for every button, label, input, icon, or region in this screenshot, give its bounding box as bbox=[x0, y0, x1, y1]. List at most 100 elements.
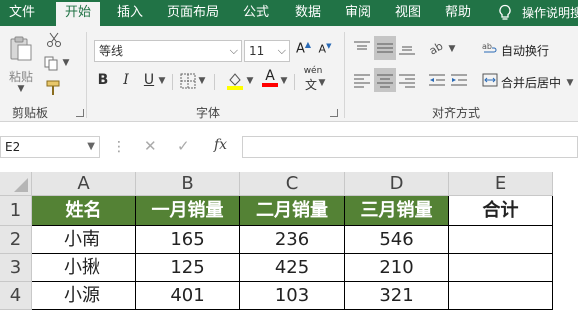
tell-me-search[interactable]: 操作说明搜 bbox=[522, 0, 578, 26]
clipboard-group-label: 剪贴板 bbox=[12, 106, 49, 120]
shrink-font-icon[interactable]: A▼ bbox=[318, 42, 332, 56]
row-header-2[interactable]: 2 bbox=[0, 226, 32, 254]
formula-bar: E2 ▼ ⋮ ✕ ✓ fx bbox=[0, 131, 578, 164]
tab-file[interactable]: 文件 bbox=[0, 0, 44, 26]
cell-c2[interactable]: 236 bbox=[240, 226, 345, 254]
row-header-4[interactable]: 4 bbox=[0, 282, 32, 310]
wrap-text-icon[interactable]: ab bbox=[482, 40, 498, 56]
cell-a4[interactable]: 小源 bbox=[32, 282, 136, 310]
cell-e4[interactable] bbox=[449, 282, 553, 310]
column-header-d[interactable]: D bbox=[345, 172, 449, 196]
paste-button[interactable]: 粘贴 bbox=[8, 68, 34, 85]
tab-home[interactable]: 开始 bbox=[56, 2, 100, 26]
fill-color-dropdown-icon[interactable]: ▼ bbox=[246, 76, 254, 86]
font-launcher-icon[interactable] bbox=[330, 109, 338, 117]
cell-d3[interactable]: 210 bbox=[345, 254, 449, 282]
decrease-indent-icon[interactable] bbox=[428, 72, 446, 88]
cell-b4[interactable]: 401 bbox=[136, 282, 240, 310]
row-header-1[interactable]: 1 bbox=[0, 196, 32, 226]
italic-button[interactable]: I bbox=[119, 72, 133, 88]
cell-b2[interactable]: 165 bbox=[136, 226, 240, 254]
copy-icon[interactable] bbox=[44, 56, 62, 72]
cell-d2[interactable]: 546 bbox=[345, 226, 449, 254]
phonetic-guide-button[interactable]: wén bbox=[300, 66, 326, 76]
more-options-icon[interactable]: ⋮ bbox=[112, 139, 126, 155]
worksheet-grid: ABCDE 1 姓名 一月销量 二月销量 三月销量 合计 2 小南 165 236 546 3 小揪 12… bbox=[0, 172, 578, 322]
align-left-icon[interactable] bbox=[353, 72, 371, 88]
align-center-icon[interactable] bbox=[376, 72, 394, 88]
cancel-icon[interactable]: ✕ bbox=[144, 137, 157, 155]
group-divider bbox=[86, 32, 87, 118]
cell-c3[interactable]: 425 bbox=[240, 254, 345, 282]
cell-d4[interactable]: 321 bbox=[345, 282, 449, 310]
paste-icon[interactable] bbox=[8, 35, 34, 63]
cell-c1[interactable]: 二月销量 bbox=[240, 196, 345, 226]
clipboard-launcher-icon[interactable] bbox=[76, 109, 84, 117]
svg-text:ab: ab bbox=[482, 42, 492, 51]
tab-review[interactable]: 审阅 bbox=[336, 0, 380, 26]
cell-c4[interactable]: 103 bbox=[240, 282, 345, 310]
cell-a3[interactable]: 小揪 bbox=[32, 254, 136, 282]
merge-center-dropdown-icon[interactable]: ▼ bbox=[566, 78, 574, 88]
tab-help[interactable]: 帮助 bbox=[436, 0, 480, 26]
tab-data[interactable]: 数据 bbox=[286, 0, 330, 26]
orientation-dropdown-icon[interactable]: ▼ bbox=[448, 44, 456, 54]
tab-page-layout[interactable]: 页面布局 bbox=[160, 0, 226, 26]
borders-icon[interactable] bbox=[180, 73, 196, 89]
column-header-e[interactable]: E bbox=[449, 172, 553, 196]
font-group-label: 字体 bbox=[196, 106, 221, 120]
merge-center-icon[interactable] bbox=[482, 72, 498, 88]
column-header-c[interactable]: C bbox=[240, 172, 345, 196]
phonetic-label: wén bbox=[303, 66, 323, 76]
fill-color-icon[interactable] bbox=[226, 70, 244, 90]
alignment-group-label: 对齐方式 bbox=[432, 106, 481, 120]
tab-formulas[interactable]: 公式 bbox=[234, 0, 278, 26]
name-box[interactable]: E2 ▼ bbox=[0, 136, 100, 158]
copy-dropdown-icon[interactable]: ▼ bbox=[62, 58, 70, 68]
row-header-3[interactable]: 3 bbox=[0, 254, 32, 282]
align-bottom-icon[interactable] bbox=[398, 40, 416, 56]
borders-dropdown-icon[interactable]: ▼ bbox=[198, 76, 206, 86]
cell-a1[interactable]: 姓名 bbox=[32, 196, 136, 226]
insert-function-button[interactable]: fx bbox=[214, 137, 227, 153]
cell-e1[interactable]: 合计 bbox=[449, 196, 553, 226]
chevron-down-icon: ⌵ bbox=[277, 44, 286, 57]
cell-e2[interactable] bbox=[449, 226, 553, 254]
increase-indent-icon[interactable] bbox=[450, 72, 468, 88]
underline-dropdown-icon[interactable]: ▼ bbox=[158, 76, 166, 86]
orientation-icon[interactable]: ab bbox=[428, 38, 448, 56]
cell-d1[interactable]: 三月销量 bbox=[345, 196, 449, 226]
align-middle-icon[interactable] bbox=[376, 40, 394, 56]
svg-text:ab: ab bbox=[428, 39, 445, 56]
bold-button[interactable]: B bbox=[96, 72, 110, 88]
font-family-select[interactable]: 等线 ⌵ bbox=[94, 40, 242, 62]
wrap-text-button[interactable]: 自动换行 bbox=[501, 42, 549, 59]
underline-button[interactable]: U bbox=[142, 72, 156, 88]
format-painter-icon[interactable] bbox=[45, 80, 63, 96]
cell-b1[interactable]: 一月销量 bbox=[136, 196, 240, 226]
font-size-select[interactable]: 11 ⌵ bbox=[244, 40, 290, 62]
tab-insert[interactable]: 插入 bbox=[108, 0, 152, 26]
select-all-corner[interactable] bbox=[0, 172, 32, 196]
chevron-down-icon: ▼ bbox=[87, 141, 95, 152]
cut-icon[interactable] bbox=[46, 32, 62, 48]
formula-input[interactable] bbox=[242, 136, 578, 158]
column-header-a[interactable]: A bbox=[32, 172, 136, 196]
font-color-icon[interactable]: A bbox=[262, 68, 278, 87]
align-right-icon[interactable] bbox=[398, 72, 416, 88]
merge-center-button[interactable]: 合并后居中 bbox=[501, 74, 561, 91]
enter-check-icon[interactable]: ✓ bbox=[177, 137, 190, 155]
lightbulb-icon[interactable] bbox=[497, 4, 513, 22]
cell-a2[interactable]: 小南 bbox=[32, 226, 136, 254]
cell-e3[interactable] bbox=[449, 254, 553, 282]
cell-b3[interactable]: 125 bbox=[136, 254, 240, 282]
grow-font-icon[interactable]: A▲ bbox=[296, 40, 311, 56]
paste-dropdown-icon[interactable]: ▼ bbox=[16, 84, 26, 94]
column-header-b[interactable]: B bbox=[136, 172, 240, 196]
divider bbox=[294, 74, 295, 90]
divider bbox=[172, 74, 173, 90]
align-top-icon[interactable] bbox=[353, 40, 371, 56]
phonetic-dropdown-icon[interactable]: ▼ bbox=[318, 78, 326, 88]
font-color-dropdown-icon[interactable]: ▼ bbox=[280, 76, 288, 86]
tab-view[interactable]: 视图 bbox=[386, 0, 430, 26]
